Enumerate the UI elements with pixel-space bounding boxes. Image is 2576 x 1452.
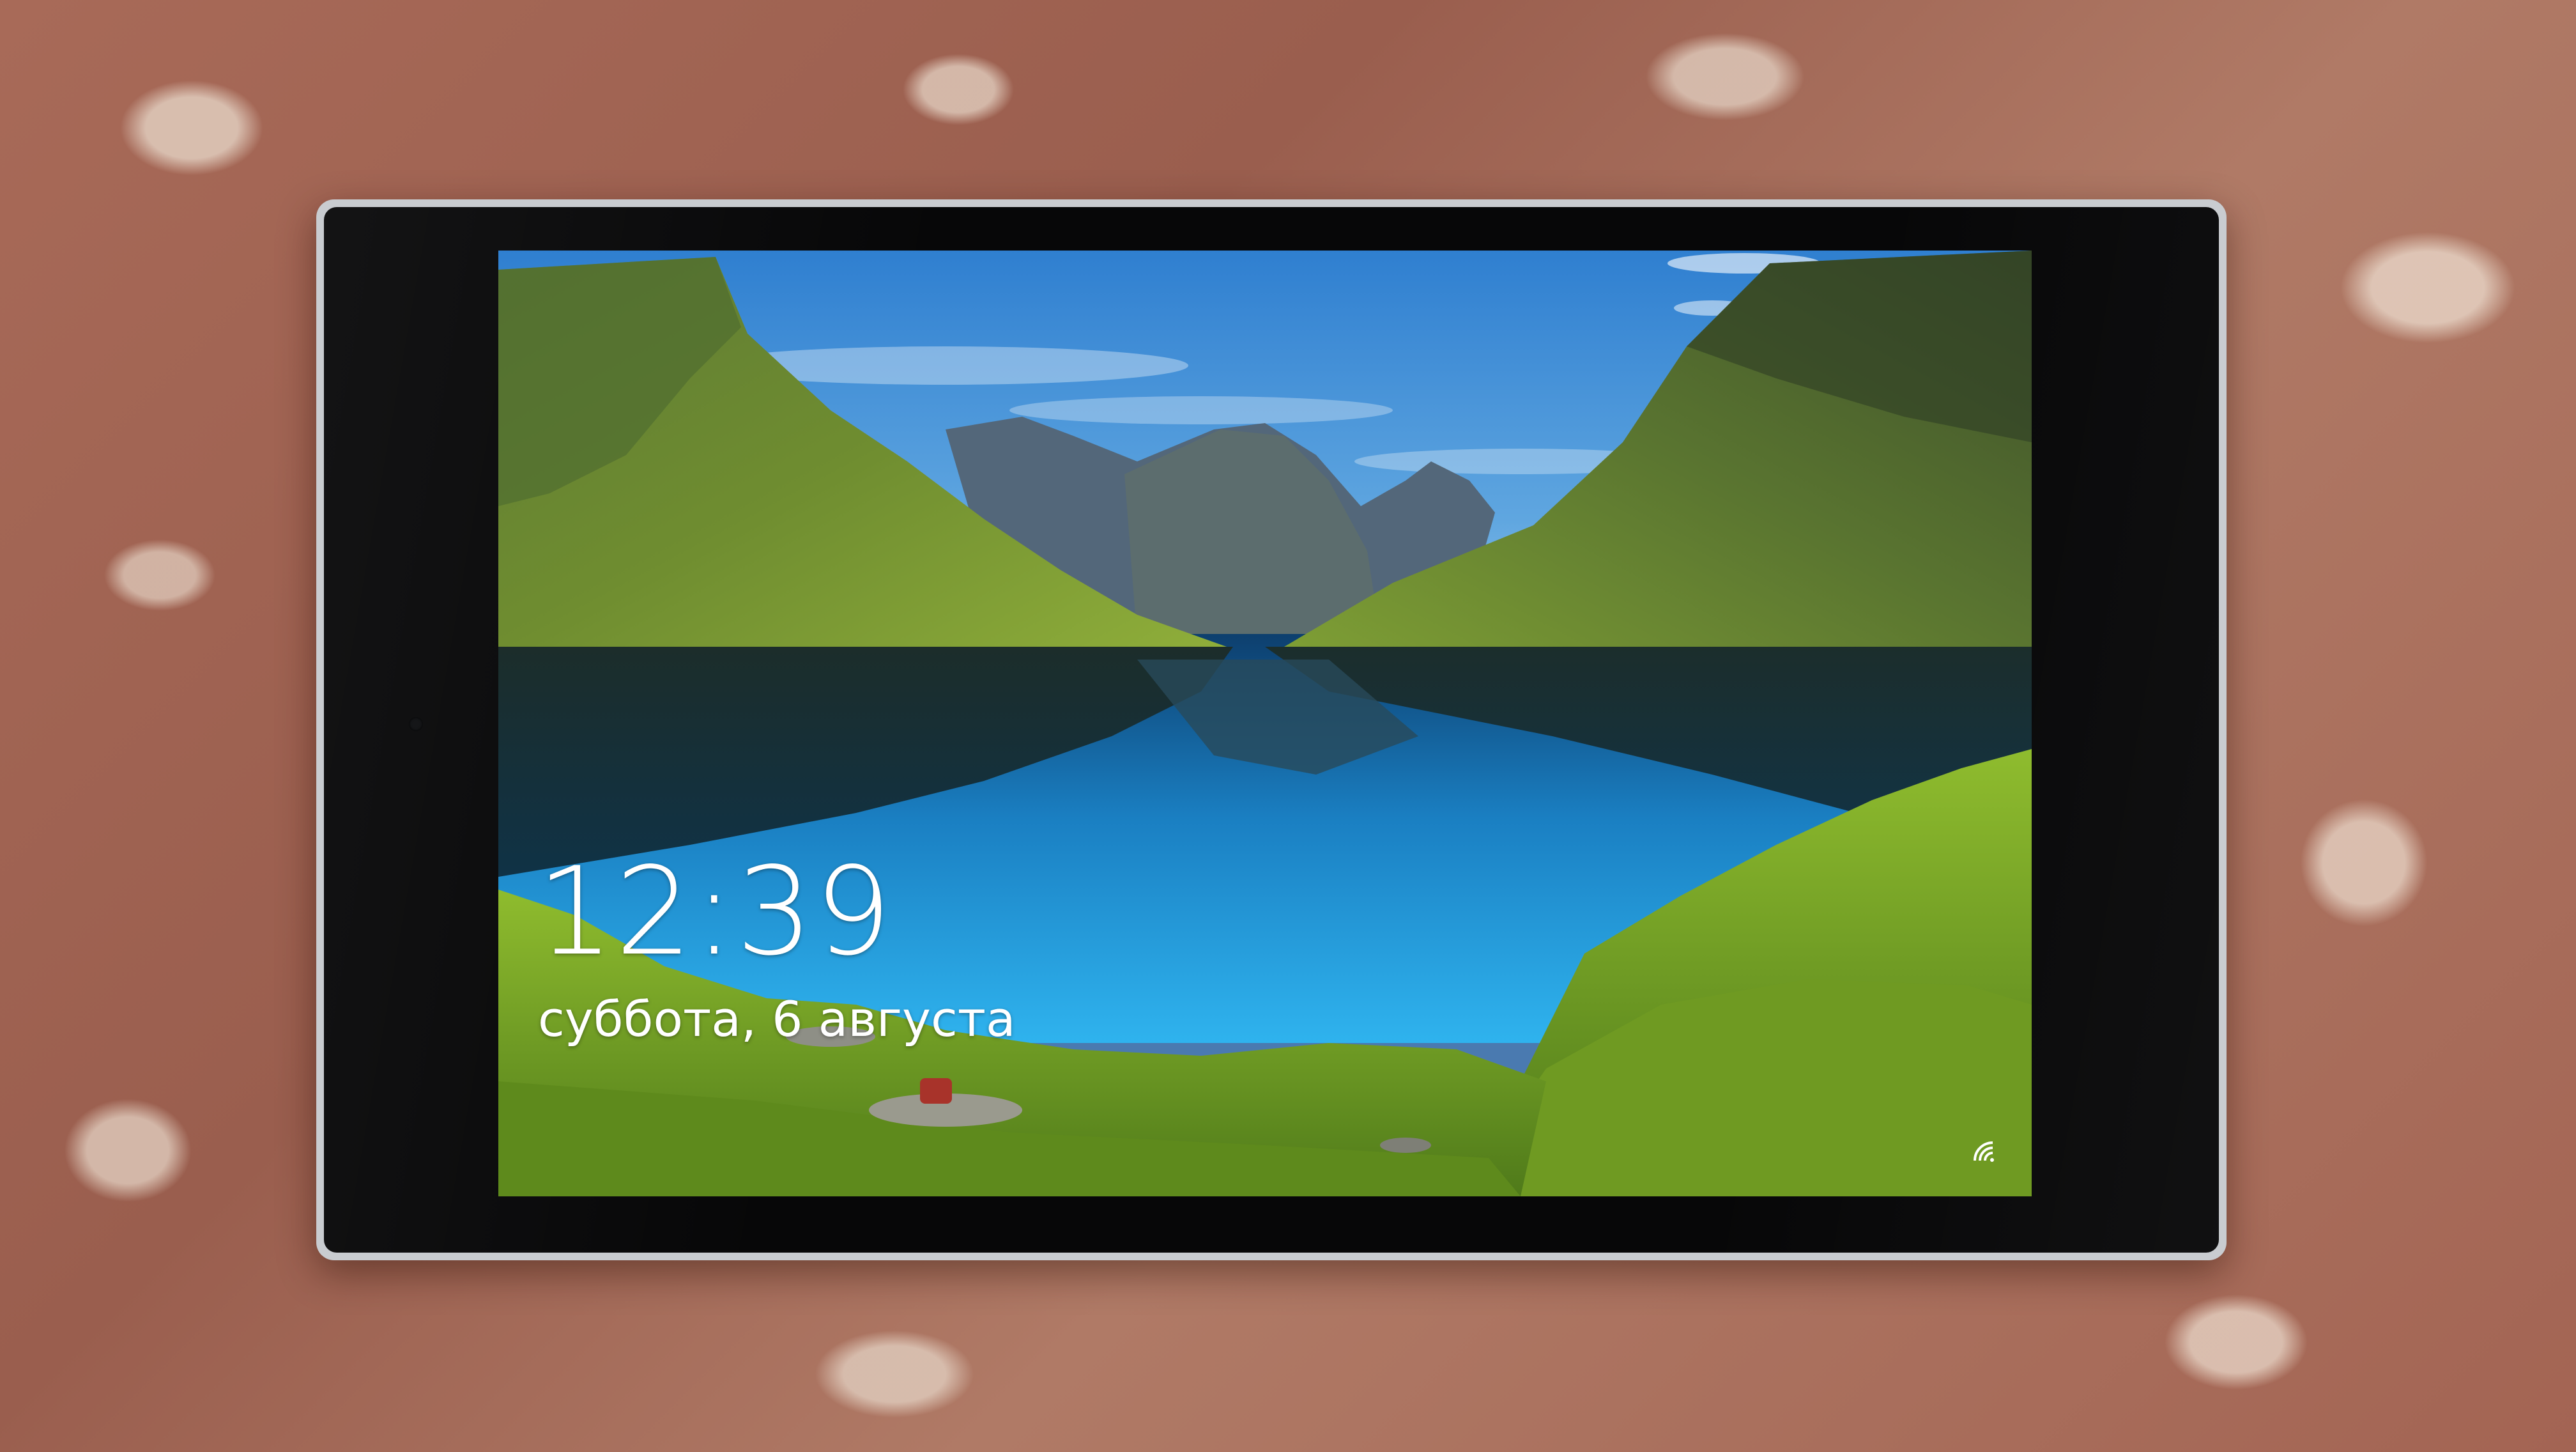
wifi-icon [1971, 1139, 1997, 1164]
lock-screen[interactable]: 12:39 суббота, 6 августа [498, 251, 2032, 1196]
lock-screen-wallpaper [498, 251, 2032, 1196]
front-camera [409, 717, 423, 731]
tablet-device: 12:39 суббота, 6 августа [316, 199, 2227, 1260]
lock-screen-date: суббота, 6 августа [538, 991, 1016, 1047]
lock-screen-time: 12:39 [537, 841, 893, 982]
